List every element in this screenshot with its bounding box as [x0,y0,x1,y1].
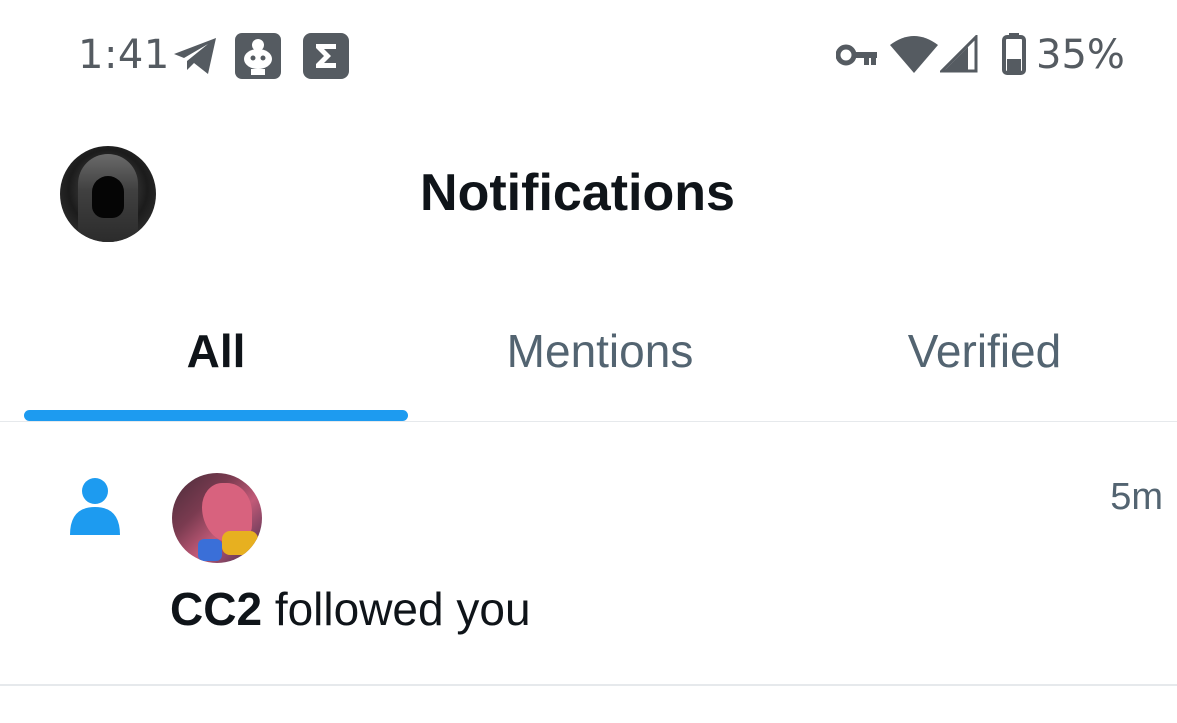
notification-action: followed you [274,583,531,635]
reddit-icon [235,33,281,79]
page-title: Notifications [420,164,735,222]
sigma-icon [303,33,349,79]
battery-icon [1002,33,1026,75]
tab-mentions[interactable]: Mentions [408,324,792,384]
cell-signal-icon [940,35,978,73]
avatar-arm-graphic [222,531,258,555]
notification-username[interactable]: CC2 [170,583,262,635]
person-icon [70,478,120,535]
notification-time: 5m [1110,476,1163,518]
tab-verified[interactable]: Verified [792,324,1177,384]
notification-text: CC2 followed you [170,582,531,636]
active-tab-indicator [24,410,408,421]
notification-tabs: All Mentions Verified [0,300,1177,422]
user-avatar[interactable] [172,473,262,563]
tab-all[interactable]: All [24,324,408,384]
battery-percentage: 35% [1036,32,1125,78]
notification-item[interactable]: 5m CC2 followed you [0,422,1177,684]
wifi-icon [890,36,938,73]
status-time: 1:41 [78,32,170,78]
vpn-key-icon [836,44,877,66]
avatar-detail-graphic [198,539,222,561]
notification-divider [0,684,1177,686]
status-bar: 1:41 35% [0,0,1177,110]
telegram-icon [174,38,216,74]
